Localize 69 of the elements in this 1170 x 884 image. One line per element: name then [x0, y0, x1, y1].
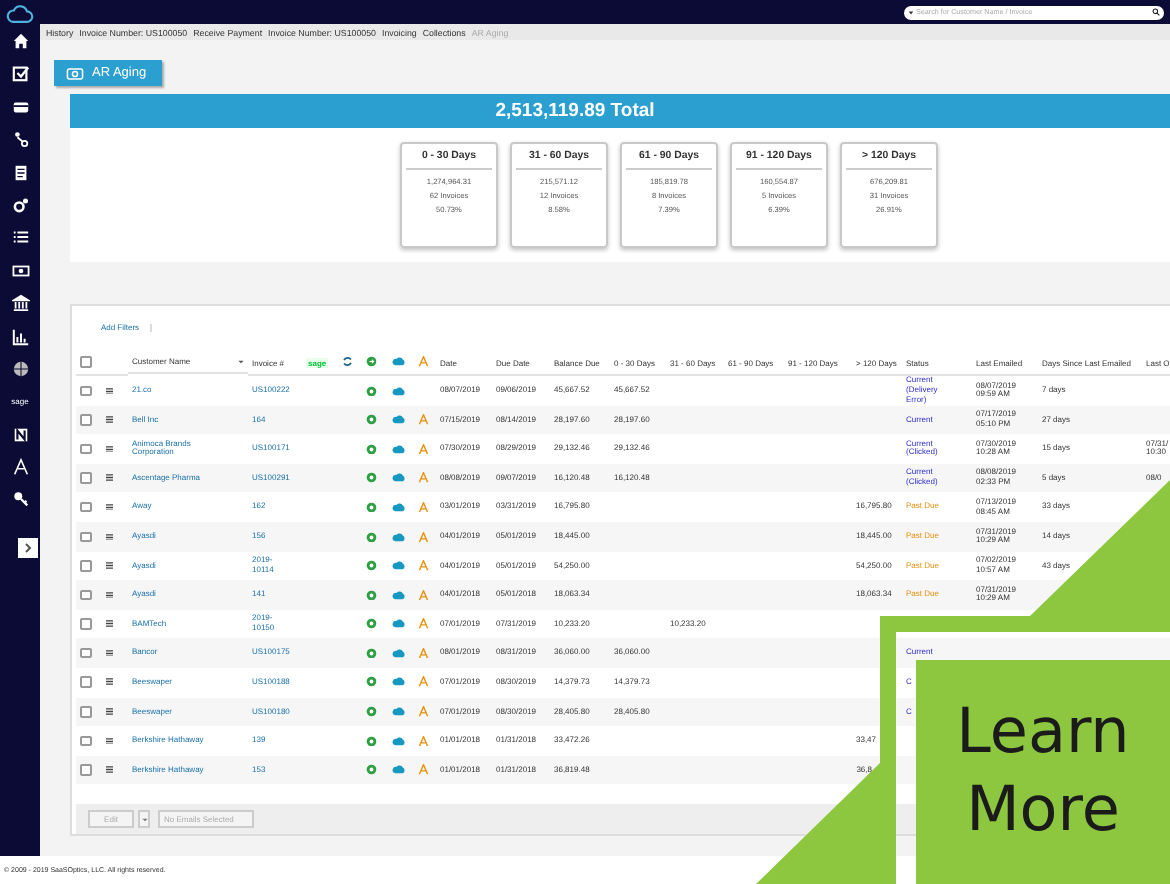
cloud-icon[interactable] — [392, 472, 406, 484]
menu-icon[interactable] — [106, 562, 113, 570]
chevron-icon — [22, 542, 34, 555]
cloud-icon[interactable] — [392, 618, 406, 630]
cloud-icon[interactable] — [392, 443, 406, 455]
cloud-icon[interactable] — [392, 589, 406, 601]
expand-button[interactable] — [18, 538, 38, 559]
menu-icon[interactable] — [106, 503, 113, 511]
checkbox[interactable] — [80, 472, 91, 484]
bar-chart-icon[interactable] — [11, 327, 29, 346]
total-banner: 2,513,119.89 Total — [70, 94, 1170, 128]
checkbox[interactable] — [80, 647, 91, 659]
banknote-icon[interactable] — [11, 261, 29, 280]
branch-icon[interactable] — [11, 130, 29, 149]
checkbox[interactable] — [80, 735, 91, 747]
banknote-icon — [66, 67, 84, 79]
cloud-logo-icon[interactable] — [6, 4, 34, 24]
checkbox[interactable] — [80, 356, 91, 368]
checkbox[interactable] — [80, 706, 91, 718]
cloud-icon[interactable] — [392, 647, 406, 659]
menu-icon[interactable] — [106, 620, 113, 628]
cloud-icon[interactable] — [392, 501, 406, 513]
globe-icon[interactable] — [11, 359, 29, 378]
checkbox[interactable] — [80, 764, 91, 776]
cloud-icon[interactable] — [392, 531, 406, 543]
dropdown-button[interactable] — [138, 810, 150, 828]
learn-more-link[interactable]: Learn More — [916, 660, 1170, 884]
cloud-icon[interactable] — [392, 706, 406, 718]
menu-icon[interactable] — [106, 387, 113, 395]
key-icon[interactable] — [11, 490, 29, 509]
triangle-logo-icon — [418, 356, 429, 368]
checkbox[interactable] — [80, 501, 91, 513]
sync-icon — [342, 356, 353, 368]
menu-icon[interactable] — [106, 737, 113, 745]
home-icon[interactable] — [11, 32, 29, 50]
square-logo-icon[interactable] — [11, 425, 29, 444]
checkbox[interactable] — [80, 589, 91, 601]
document-icon[interactable] — [11, 163, 29, 182]
cloud-icon — [392, 356, 406, 368]
checkbox[interactable] — [80, 531, 91, 543]
checkbox[interactable] — [80, 676, 91, 688]
caret-icon — [141, 817, 147, 821]
cloud-icon[interactable] — [392, 385, 406, 397]
menu-icon[interactable] — [106, 416, 113, 424]
cloud-icon[interactable] — [392, 560, 406, 572]
card-icon[interactable] — [11, 97, 29, 116]
menu-icon[interactable] — [106, 708, 113, 716]
menu-icon[interactable] — [106, 591, 113, 599]
menu-icon[interactable] — [106, 474, 113, 482]
menu-icon[interactable] — [106, 649, 113, 657]
checkbox[interactable] — [80, 414, 91, 426]
checkbox[interactable] — [80, 560, 91, 572]
checkbox-icon[interactable] — [11, 64, 29, 83]
caret-icon — [238, 359, 244, 363]
caret-icon — [908, 9, 914, 15]
menu-icon[interactable] — [106, 445, 113, 453]
cloud-icon[interactable] — [392, 764, 406, 776]
cloud-icon[interactable] — [392, 735, 406, 747]
menu-icon[interactable] — [106, 766, 113, 774]
checkbox[interactable] — [80, 443, 91, 455]
checkbox[interactable] — [80, 385, 91, 397]
menu-icon[interactable] — [106, 678, 113, 686]
search-icon — [1152, 8, 1160, 16]
checkbox[interactable] — [80, 618, 91, 630]
menu-icon[interactable] — [106, 533, 113, 541]
list-icon[interactable] — [11, 228, 29, 247]
bank-icon[interactable] — [11, 294, 29, 313]
cloud-icon[interactable] — [392, 676, 406, 688]
cloud-icon[interactable] — [392, 414, 406, 426]
